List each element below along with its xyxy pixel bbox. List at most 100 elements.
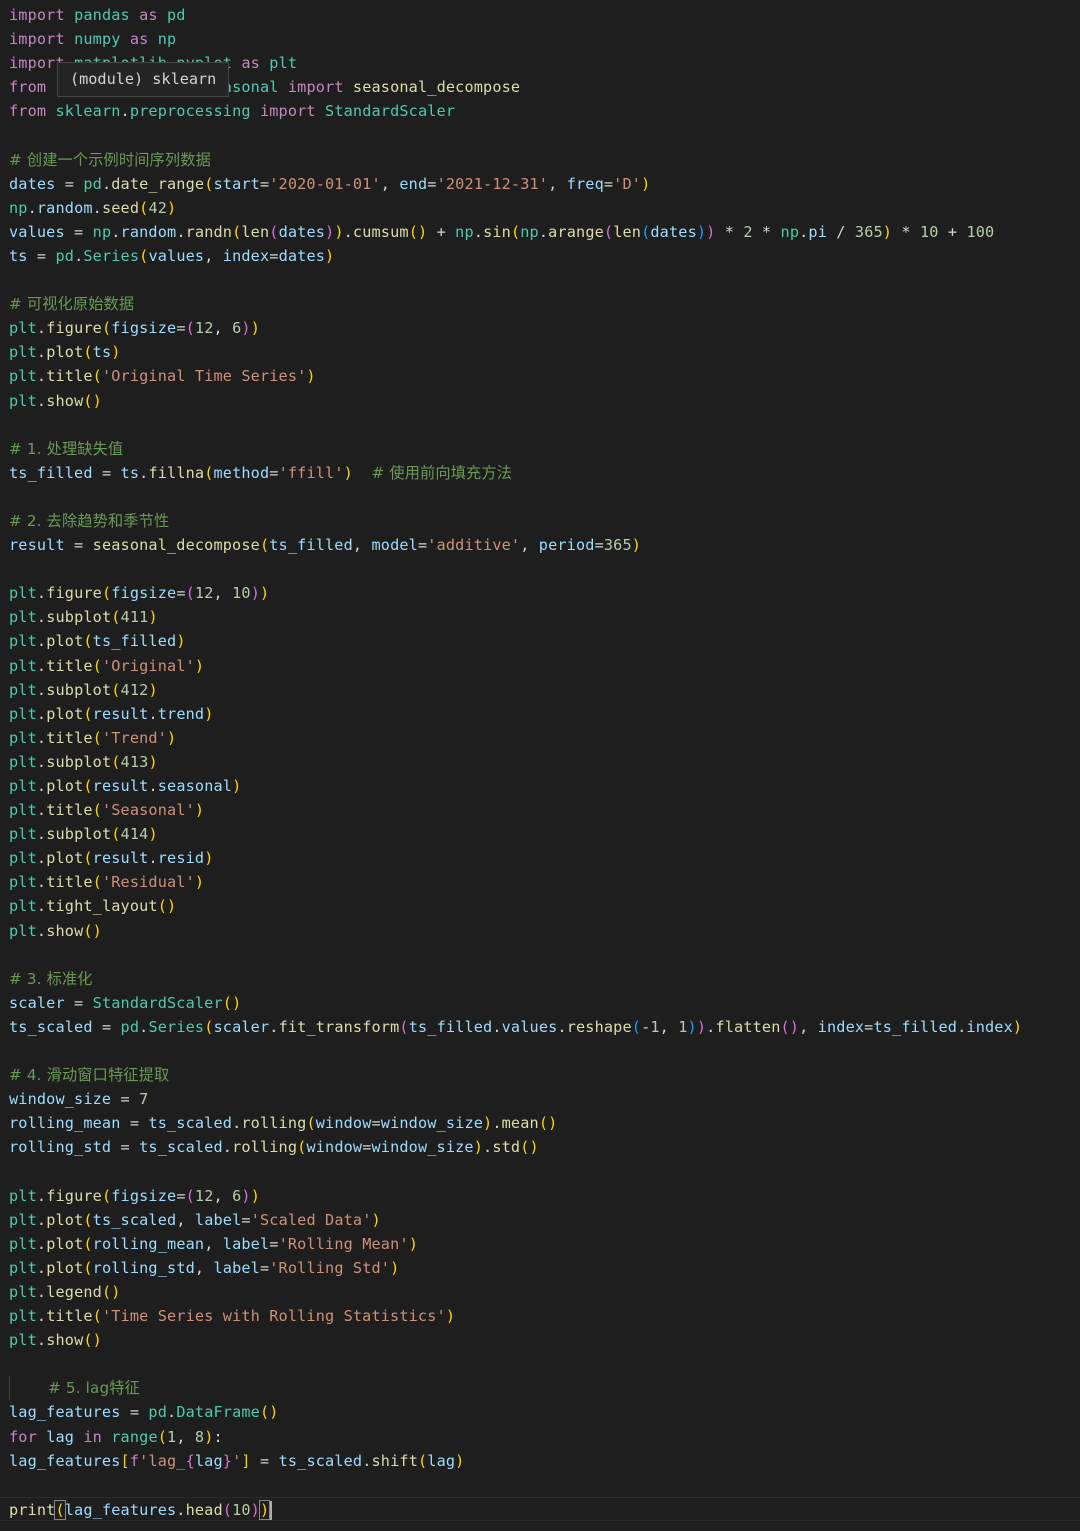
code-token: 365 [603,536,632,555]
code-line[interactable]: plt.plot(rolling_std, label='Rolling Std… [0,1256,1080,1280]
code-token: . [36,1258,47,1277]
code-line[interactable] [0,123,1080,147]
code-line[interactable] [0,943,1080,967]
code-token: plt [9,343,37,362]
code-line[interactable]: plt.tight_layout() [0,894,1080,918]
code-line[interactable]: from sklearn.preprocessing import Standa… [0,99,1080,123]
code-line[interactable] [0,1473,1080,1497]
code-line[interactable]: plt.show() [0,1328,1080,1352]
code-line[interactable]: window_size = 7 [0,1087,1080,1111]
code-line[interactable]: ts_scaled = pd.Series(scaler.fit_transfo… [0,1015,1080,1039]
code-token: fillna [148,463,205,482]
code-line[interactable]: # 3. 标准化 [0,967,1080,991]
code-line[interactable]: plt.plot(ts) [0,340,1080,364]
code-token: random [36,198,93,217]
code-token: numpy [74,30,121,49]
code-token: ( [92,801,102,820]
code-line[interactable]: plt.plot(result.resid) [0,846,1080,870]
code-line[interactable] [0,1039,1080,1063]
code-token: '2020-01-01' [269,174,381,193]
code-line[interactable]: plt.title('Original') [0,654,1080,678]
code-token: plt [9,704,37,723]
code-line[interactable]: plt.figure(figsize=(12, 6)) [0,316,1080,340]
code-line[interactable]: plt.plot(ts_filled) [0,629,1080,653]
code-line[interactable]: lag_features = pd.DataFrame() [0,1400,1080,1424]
code-line[interactable]: # 可视化原始数据 [0,292,1080,316]
code-token: plt [9,1186,37,1205]
code-token: = [259,1258,270,1277]
text-cursor [270,1500,273,1520]
code-token: sklearn [55,102,121,121]
code-line[interactable]: result = seasonal_decompose(ts_filled, m… [0,533,1080,557]
code-token: result [92,849,149,868]
code-line[interactable] [0,485,1080,509]
code-line[interactable] [0,413,1080,437]
code-line[interactable]: plt.legend() [0,1280,1080,1304]
code-line[interactable]: plt.subplot(413) [0,750,1080,774]
code-line[interactable]: plt.figure(figsize=(12, 10)) [0,581,1080,605]
code-token: plt [9,801,37,820]
code-token: Series [148,1017,205,1036]
code-line[interactable]: plt.title('Residual') [0,870,1080,894]
code-token: = [111,1138,140,1157]
code-line[interactable]: # 5. lag特征 [0,1376,1080,1401]
code-line[interactable]: import pandas as pd [0,3,1080,27]
code-token: ( [157,1427,168,1446]
code-token: subplot [46,608,112,627]
code-line[interactable]: plt.subplot(412) [0,678,1080,702]
code-token: title [46,1307,93,1326]
code-line[interactable] [0,1160,1080,1184]
code-line[interactable]: plt.title('Trend') [0,726,1080,750]
code-line[interactable]: plt.show() [0,389,1080,413]
code-line[interactable]: plt.plot(ts_scaled, label='Scaled Data') [0,1208,1080,1232]
code-line[interactable]: # 4. 滑动窗口特征提取 [0,1063,1080,1087]
code-line[interactable]: np.random.seed(42) [0,196,1080,220]
code-line[interactable]: plt.subplot(414) [0,822,1080,846]
code-line[interactable]: # 创建一个示例时间序列数据 [0,148,1080,172]
code-token: ( [185,584,195,603]
code-token: ( [641,222,651,241]
code-line[interactable]: dates = pd.date_range(start='2020-01-01'… [0,172,1080,196]
code-line[interactable] [0,1352,1080,1376]
code-token: ) [148,608,158,627]
code-line[interactable]: plt.plot(result.seasonal) [0,774,1080,798]
code-line[interactable]: plt.show() [0,919,1080,943]
code-line[interactable]: scaler = StandardScaler() [0,991,1080,1015]
code-token: . [111,222,121,241]
code-line[interactable] [0,268,1080,292]
code-token: = [64,993,93,1012]
code-line[interactable]: rolling_mean = ts_scaled.rolling(window=… [0,1111,1080,1135]
code-line[interactable]: plt.subplot(411) [0,605,1080,629]
code-line[interactable]: plt.plot(result.trend) [0,702,1080,726]
code-line[interactable] [0,557,1080,581]
code-line[interactable]: values = np.random.randn(len(dates)).cum… [0,220,1080,244]
code-token: StandardScaler [325,102,456,121]
code-token: 'ffill' [278,463,344,482]
code-line[interactable]: lag_features[f'lag_{lag}'] = ts_scaled.s… [0,1449,1080,1473]
code-line[interactable]: # 1. 处理缺失值 [0,437,1080,461]
code-token: StandardScaler [92,993,223,1012]
code-token: dates [278,222,326,241]
code-token: flatten [715,1017,781,1036]
code-line[interactable]: plt.title('Time Series with Rolling Stat… [0,1304,1080,1328]
code-line[interactable]: print(lag_features.head(10)) [0,1496,1080,1521]
code-line[interactable]: plt.title('Seasonal') [0,798,1080,822]
code-line[interactable]: ts = pd.Series(values, index=dates) [0,244,1080,268]
code-line[interactable]: for lag in range(1, 8): [0,1425,1080,1449]
code-token: label [222,1234,270,1253]
code-token: 414 [120,825,149,844]
code-token: np [9,198,28,217]
code-editor[interactable]: import pandas as pd import numpy as np imp… [0,0,1080,1531]
code-line[interactable]: plt.title('Original Time Series') [0,364,1080,388]
code-line[interactable]: # 2. 去除趋势和季节性 [0,509,1080,533]
code-line[interactable]: import numpy as np [0,27,1080,51]
code-line[interactable]: plt.figure(figsize=(12, 6)) [0,1184,1080,1208]
code-token: rolling_std [92,1258,195,1277]
code-line[interactable]: plt.plot(rolling_mean, label='Rolling Me… [0,1232,1080,1256]
code-token: = [64,222,93,241]
code-token: { [185,1451,195,1470]
code-line[interactable]: rolling_std = ts_scaled.rolling(window=w… [0,1135,1080,1159]
code-line[interactable]: ts_filled = ts.fillna(method='ffill') # … [0,461,1080,485]
